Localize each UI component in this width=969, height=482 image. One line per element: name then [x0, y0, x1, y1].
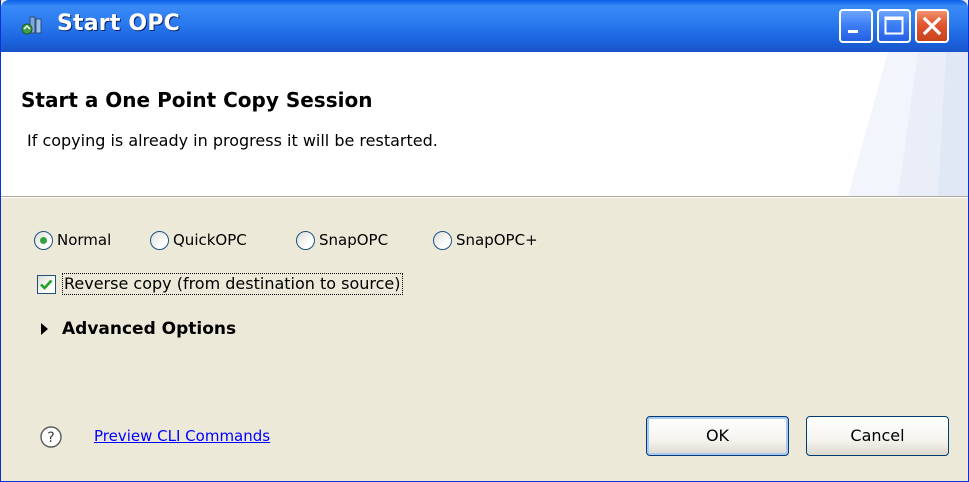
reverse-copy-checkbox-row[interactable]: Reverse copy (from destination to source…: [37, 272, 403, 296]
radio-quickopc-circle[interactable]: [150, 230, 169, 250]
svg-text:?: ?: [47, 430, 54, 446]
preview-cli-commands-link[interactable]: Preview CLI Commands: [94, 427, 270, 445]
header-title: Start a One Point Copy Session: [21, 88, 373, 112]
checkmark-icon: [40, 279, 53, 290]
radio-normal[interactable]: Normal: [34, 228, 111, 252]
header-separator-highlight: [1, 197, 968, 198]
window-title: Start OPC: [57, 11, 181, 36]
radio-snapopc[interactable]: SnapOPC: [296, 228, 388, 252]
minimize-button[interactable]: [839, 9, 873, 43]
expand-triangle-icon[interactable]: [41, 323, 48, 335]
minimize-icon: [848, 30, 858, 33]
advanced-options-label[interactable]: Advanced Options: [62, 319, 236, 339]
radio-snapopc-plus[interactable]: SnapOPC+: [433, 228, 538, 252]
advanced-options-toggle[interactable]: Advanced Options: [41, 317, 236, 341]
maximize-button[interactable]: [877, 9, 911, 43]
title-bar[interactable]: Start OPC: [1, 0, 968, 52]
header-message: If copying is already in progress it wil…: [27, 131, 438, 150]
radio-normal-circle[interactable]: [34, 230, 53, 250]
maximize-icon: [884, 16, 904, 35]
reverse-copy-checkbox[interactable]: [37, 274, 56, 294]
radio-snapopc-circle[interactable]: [296, 230, 315, 250]
close-icon: [922, 16, 942, 36]
help-icon[interactable]: ?: [39, 425, 63, 449]
ok-button[interactable]: OK: [646, 416, 789, 456]
banner-decoration: [848, 52, 968, 196]
dialog-header: Start a One Point Copy Session If copyin…: [1, 52, 968, 196]
start-opc-dialog: Start OPC Start a One Point Copy Session…: [0, 0, 969, 482]
radio-quickopc-label[interactable]: QuickOPC: [173, 231, 247, 249]
close-button[interactable]: [915, 9, 949, 43]
radio-snapopc-label[interactable]: SnapOPC: [319, 231, 388, 249]
radio-selected-dot: [40, 236, 47, 244]
radio-normal-label[interactable]: Normal: [57, 231, 111, 249]
radio-snapopc-plus-label[interactable]: SnapOPC+: [456, 231, 538, 249]
reverse-copy-label[interactable]: Reverse copy (from destination to source…: [62, 273, 403, 295]
radio-quickopc[interactable]: QuickOPC: [150, 228, 247, 252]
opc-app-icon: [21, 16, 42, 35]
cancel-button[interactable]: Cancel: [806, 416, 949, 456]
radio-snapopc-plus-circle[interactable]: [433, 230, 452, 250]
